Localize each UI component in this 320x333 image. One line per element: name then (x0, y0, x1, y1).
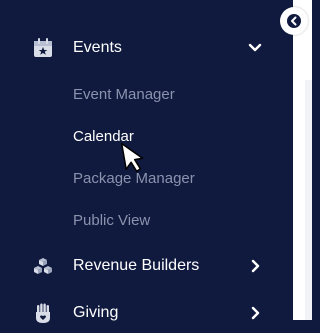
sidebar-item-events[interactable]: Events (0, 28, 280, 68)
chevron-right-icon[interactable] (248, 259, 262, 273)
sidebar-subitem-public-view[interactable]: Public View (73, 210, 150, 232)
mouse-pointer-icon (118, 140, 146, 179)
sidebar-item-revenue-builders[interactable]: Revenue Builders (0, 246, 280, 286)
sidebar-subitem-event-manager[interactable]: Event Manager (73, 84, 175, 106)
sidebar-item-label: Revenue Builders (73, 257, 200, 274)
chevron-down-icon[interactable] (248, 41, 262, 55)
chevron-right-icon[interactable] (248, 306, 262, 320)
sidebar: Events Event Manager Calendar Package Ma… (0, 0, 293, 323)
sidebar-item-label: Giving (73, 304, 119, 321)
boxes-icon (31, 254, 55, 278)
calendar-star-icon (31, 36, 55, 60)
content-panel (305, 80, 312, 320)
collapse-sidebar-button[interactable] (280, 7, 308, 35)
sidebar-item-giving[interactable]: Giving (0, 293, 280, 333)
sidebar-item-label: Events (73, 39, 122, 56)
hand-heart-icon (31, 301, 55, 325)
main-content-edge (293, 0, 312, 320)
